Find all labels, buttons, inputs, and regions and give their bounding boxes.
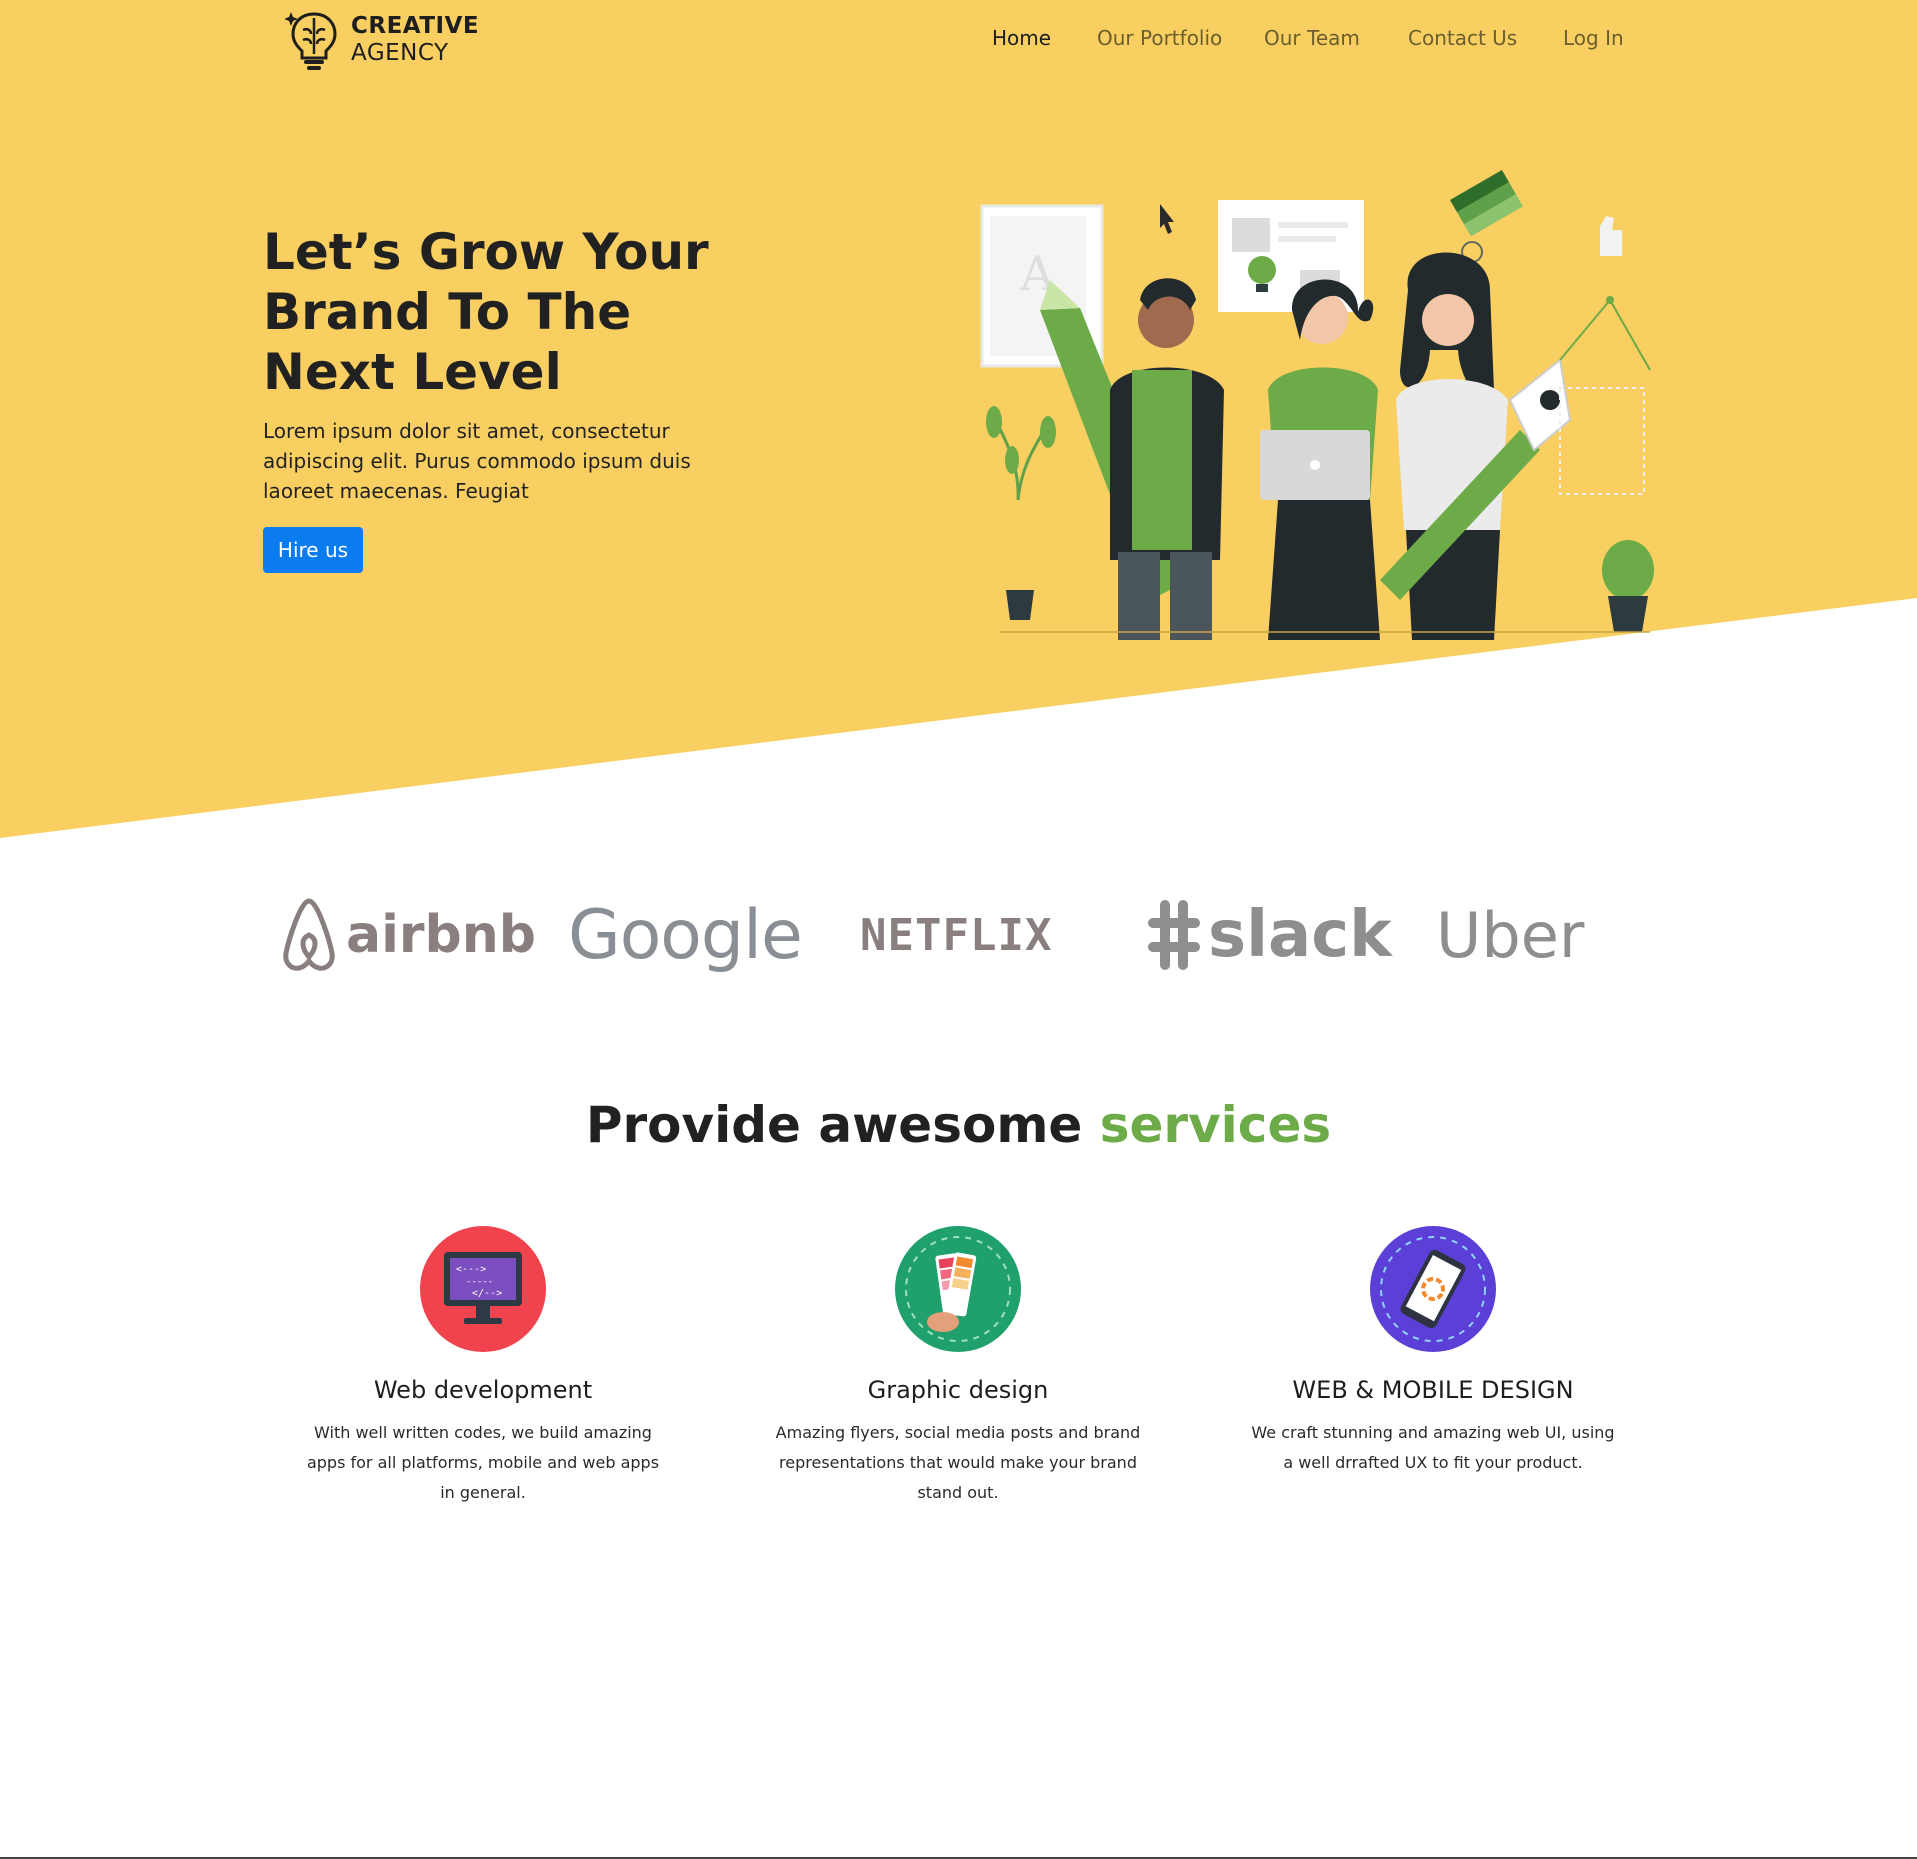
- slack-icon: [1148, 900, 1200, 970]
- svg-text:</-->: </-->: [472, 1288, 502, 1299]
- client-name: slack: [1208, 898, 1392, 972]
- service-title: WEB & MOBILE DESIGN: [1292, 1376, 1574, 1404]
- service-description: We craft stunning and amazing web UI, us…: [1251, 1423, 1615, 1472]
- service-card-web-development: <---> ----- </--> Web development With w…: [293, 1226, 673, 1508]
- service-description: With well written codes, we build amazin…: [306, 1423, 660, 1502]
- service-card-graphic-design: Graphic design Amazing flyers, social me…: [768, 1226, 1148, 1508]
- client-logo-google: Google: [568, 890, 803, 980]
- airbnb-icon: [283, 898, 335, 971]
- client-logo-uber: Uber: [1436, 890, 1584, 980]
- client-logo-airbnb: airbnb: [280, 890, 536, 980]
- client-name: airbnb: [346, 905, 537, 965]
- service-title: Graphic design: [867, 1376, 1049, 1404]
- client-logo-netflix: NETFLIX: [860, 890, 1052, 980]
- monitor-code-icon: <---> ----- </-->: [420, 1226, 546, 1352]
- client-name: Google: [568, 895, 803, 975]
- client-name: Uber: [1436, 898, 1585, 972]
- service-title: Web development: [373, 1376, 593, 1404]
- nav-log-in[interactable]: Log In: [1563, 26, 1624, 50]
- client-name: NETFLIX: [860, 909, 1053, 961]
- color-palette-icon: [895, 1226, 1021, 1352]
- service-card-web-mobile-design: WEB & MOBILE DESIGN We craft stunning an…: [1243, 1226, 1623, 1478]
- hero-title: Let’s Grow Your Brand To The Next Level: [263, 223, 709, 401]
- services-title: Provide awesome services: [0, 1096, 1917, 1154]
- services-title-main: Provide awesome: [585, 1096, 1100, 1154]
- main-nav: Home Our Portfolio Our Team Contact Us L…: [0, 26, 1917, 56]
- hero-description: Lorem ipsum dolor sit amet, consectetur …: [263, 419, 691, 503]
- mobile-phone-icon: [1370, 1226, 1496, 1352]
- team-illustration: A: [980, 170, 1654, 640]
- client-logo-slack: slack: [1148, 890, 1392, 980]
- nav-our-portfolio[interactable]: Our Portfolio: [1097, 26, 1222, 50]
- service-description: Amazing flyers, social media posts and b…: [775, 1423, 1141, 1502]
- nav-home[interactable]: Home: [992, 26, 1051, 50]
- nav-our-team[interactable]: Our Team: [1264, 26, 1360, 50]
- nav-contact-us[interactable]: Contact Us: [1408, 26, 1517, 50]
- hire-us-button[interactable]: Hire us: [263, 527, 363, 573]
- services-title-accent: services: [1099, 1096, 1332, 1154]
- svg-text:-----: -----: [466, 1277, 493, 1287]
- svg-text:<--->: <--->: [456, 1264, 486, 1275]
